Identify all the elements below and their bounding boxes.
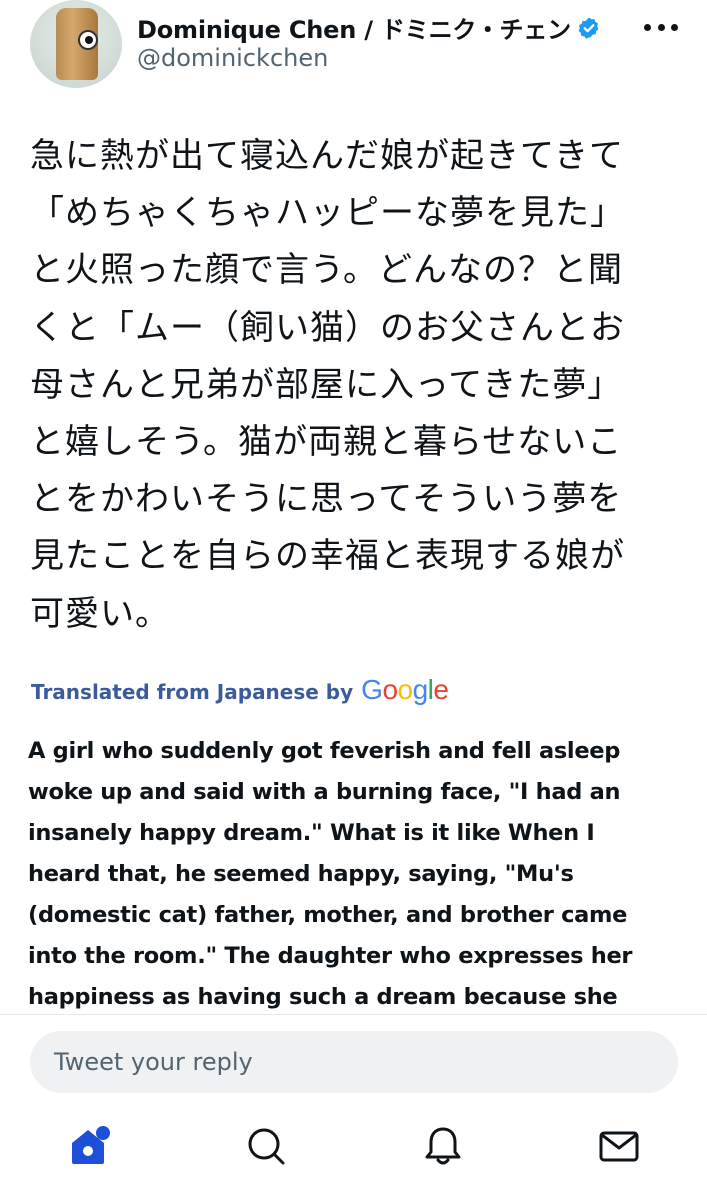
tweet-line: 見たことを自らの幸福と表現する娘が [30,536,625,577]
bell-icon [425,1127,461,1165]
reply-divider [0,1014,707,1015]
nav-messages[interactable] [597,1124,641,1168]
bottom-nav [0,1110,707,1200]
tweet-line: 急に熱が出て寝込んだ娘が起きてきて [30,136,624,176]
tweet-line: と火照った顔で言う。どんなの？と聞 [30,250,623,291]
translation-line: happiness as having such a dream because… [28,984,618,1010]
reply-input[interactable]: Tweet your reply [30,1031,678,1093]
translation-line: heard that, he seemed happy, saying, "Mu… [28,861,574,887]
nav-search[interactable] [244,1124,288,1168]
tweet-line: 「めちゃくちゃハッピーな夢を見た」 [30,193,625,234]
translated-label: Translated from Japanese by [31,680,354,704]
tweet-text: 急に熱が出て寝込んだ娘が起きてきて 「めちゃくちゃハッピーな夢を見た」 と火照っ… [30,128,680,643]
translation-line: (domestic cat) father, mother, and broth… [28,902,628,928]
avatar[interactable] [30,0,122,88]
verified-badge-icon [578,17,599,39]
more-dot [671,23,678,31]
tweet-line: とをかわいそうに思ってそういう夢を [30,479,623,520]
tweet-header: Dominique Chen / ドミニク・チェン @dominickchen [0,0,707,100]
author-display-name[interactable]: Dominique Chen / ドミニク・チェン [137,10,571,45]
author-handle[interactable]: @dominickchen [137,44,328,72]
translation-line: insanely happy dream." What is it like W… [28,820,595,846]
author-name-row[interactable]: Dominique Chen / ドミニク・チェン [137,10,601,45]
translation-text: A girl who suddenly got feverish and fel… [28,731,688,1011]
mail-icon [599,1131,639,1162]
translation-line: woke up and said with a burning face, "I… [28,779,621,805]
nav-notifications[interactable] [421,1124,465,1168]
tweet-line: くと「ムー（飼い猫）のお父さんとお [30,307,625,348]
search-icon [248,1128,285,1165]
tweet-line: 母さんと兄弟が部屋に入ってきた夢」 [30,364,623,405]
tweet-line: 可愛い。 [30,593,170,634]
translation-line: A girl who suddenly got feverish and fel… [28,738,621,764]
more-dot [644,23,651,31]
more-options-icon[interactable] [644,14,678,40]
reply-placeholder: Tweet your reply [54,1048,253,1076]
tweet-line: と嬉しそう。猫が両親と暮らせないこ [30,422,623,463]
translation-line: into the room." The daughter who express… [28,943,633,969]
google-logo: Google [361,674,449,705]
more-dot [657,23,665,31]
notification-dot [96,1126,110,1140]
avatar-eye [78,30,98,50]
translation-attribution[interactable]: Translated from Japanese by Google [31,674,449,706]
